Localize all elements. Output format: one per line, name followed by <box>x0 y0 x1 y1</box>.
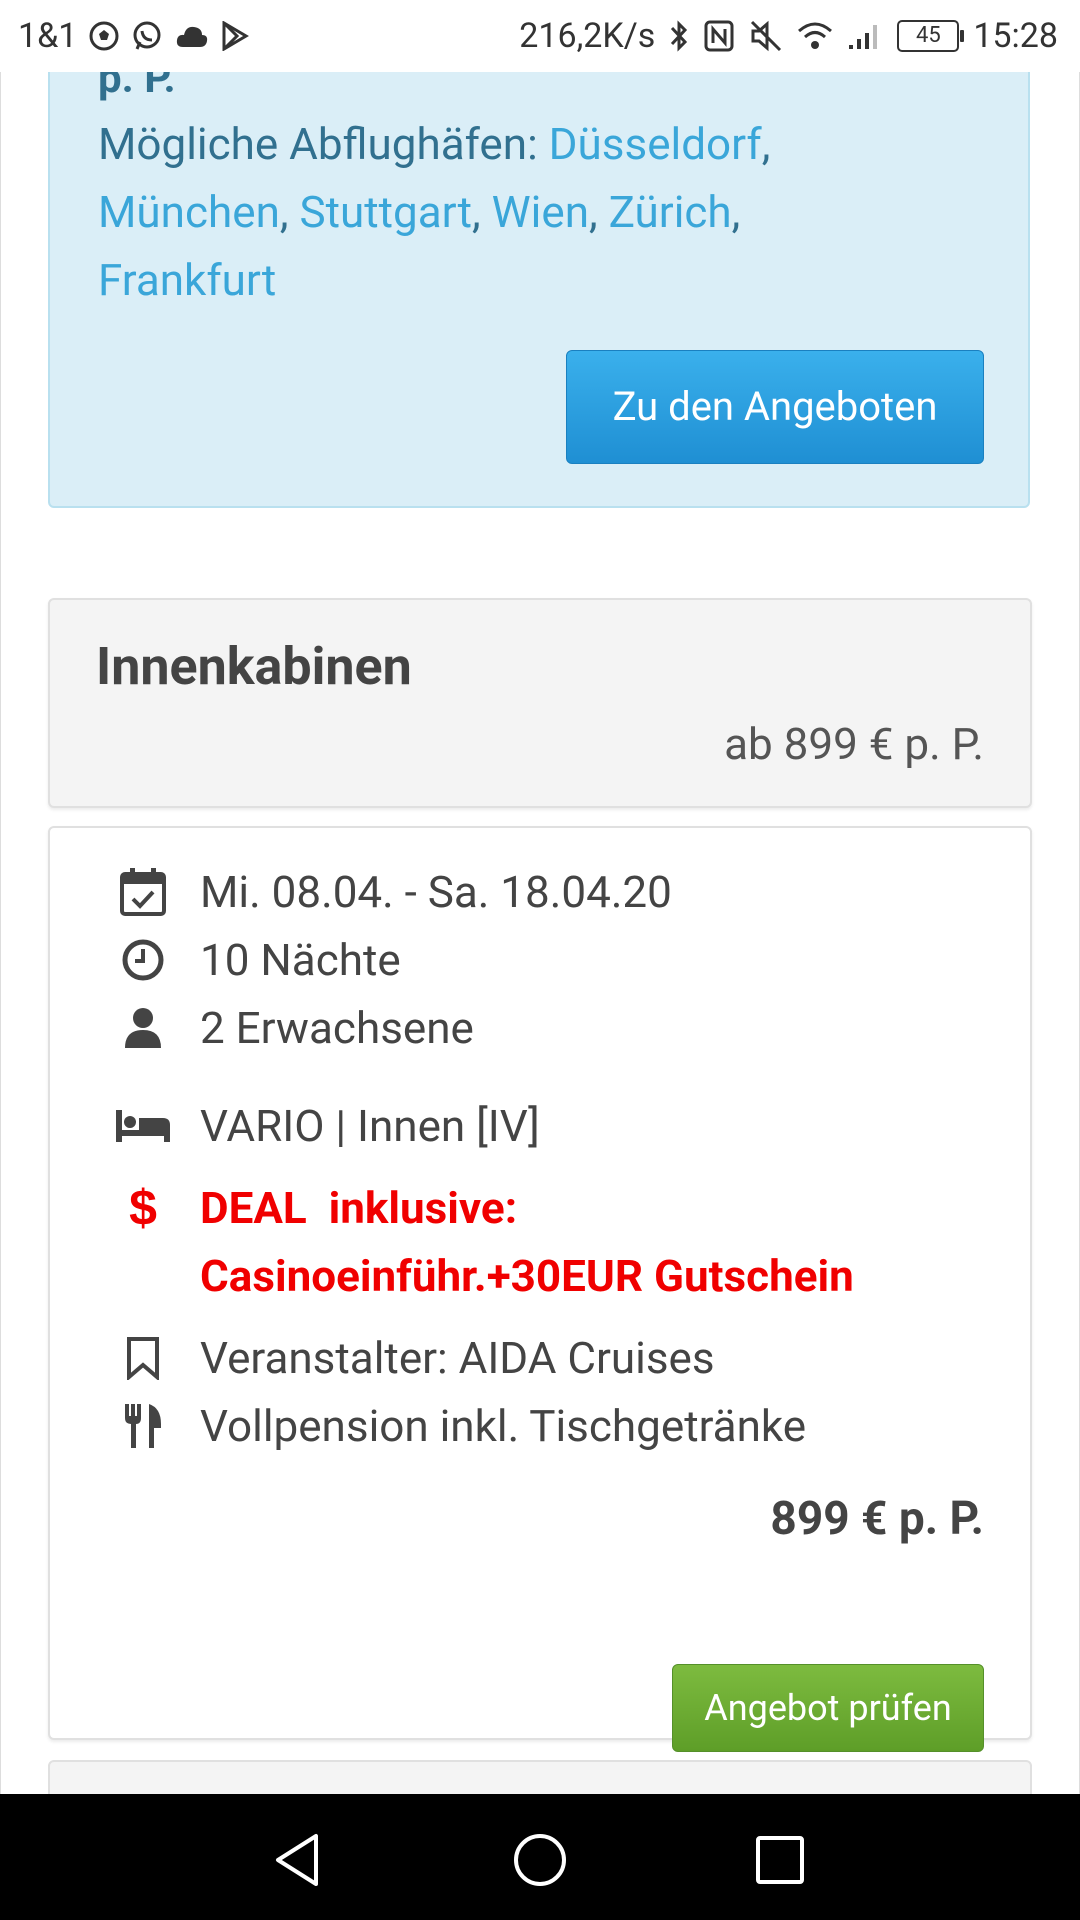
offer-nights-row: 10 Nächte <box>112 930 401 990</box>
offer-deal-row: $ DEAL inklusive: Casinoeinführ.+30EUR G… <box>112 1174 854 1310</box>
airport-link-wien[interactable]: Wien <box>492 186 589 238</box>
airport-link-duesseldorf[interactable]: Düsseldorf <box>549 118 762 170</box>
page-content[interactable]: p. P. Mögliche Abflughäfen: Düsseldorf, … <box>0 72 1080 1794</box>
offer-operator-row: Veranstalter: AIDA Cruises <box>112 1328 715 1388</box>
offer-deal-line2: Casinoeinführ.+30EUR Gutschein <box>200 1250 854 1302</box>
offer-nights: 10 Nächte <box>200 934 401 986</box>
offer-board: Vollpension inkl. Tischgetränke <box>200 1400 807 1452</box>
carrier-label: 1&1 <box>18 16 78 56</box>
airport-link-stuttgart[interactable]: Stuttgart <box>299 186 472 238</box>
wifi-icon <box>798 22 833 49</box>
offer-price: 899 € p. P. <box>770 1492 984 1546</box>
offer-deal-text: DEAL inklusive: Casinoeinführ.+30EUR Gut… <box>200 1174 854 1310</box>
page-border-left <box>0 72 1 1794</box>
airport-link-frankfurt[interactable]: Frankfurt <box>98 254 276 306</box>
whatsapp-icon <box>133 21 161 50</box>
to-offers-button[interactable]: Zu den Angeboten <box>566 350 984 464</box>
cabin-category-header[interactable]: Innenkabinen ab 899 € p. P. <box>48 598 1032 808</box>
cabin-from-price: ab 899 € p. P. <box>724 718 984 770</box>
recent-apps-icon[interactable] <box>750 1830 810 1890</box>
bookmark-icon <box>112 1328 174 1388</box>
departure-info-box: p. P. Mögliche Abflughäfen: Düsseldorf, … <box>48 72 1030 508</box>
offer-card: Mi. 08.04. - Sa. 18.04.20 10 Nächte 2 Er… <box>48 826 1032 1752</box>
status-bar-right: 216,2K/s 45 15:28 <box>519 0 1058 72</box>
clock-time: 15:28 <box>973 16 1058 56</box>
offer-room: VARIO | Innen [IV] <box>200 1100 540 1152</box>
mute-icon <box>751 20 782 52</box>
play-store-icon <box>222 21 250 51</box>
offer-deal-line1: DEAL inklusive: <box>200 1182 518 1234</box>
calendar-check-icon <box>112 862 174 922</box>
cutlery-icon <box>112 1396 174 1456</box>
offer-operator: Veranstalter: AIDA Cruises <box>200 1332 715 1384</box>
back-icon[interactable] <box>270 1830 330 1890</box>
bluetooth-icon <box>671 20 688 52</box>
signal-icon <box>849 25 878 49</box>
offer-travellers-row: 2 Erwachsene <box>112 998 474 1058</box>
check-offer-button[interactable]: Angebot prüfen <box>672 1664 984 1752</box>
home-icon[interactable] <box>510 1830 570 1890</box>
user-icon <box>112 998 174 1058</box>
next-offer-card <box>48 1760 1032 1794</box>
price-suffix: p. P. <box>98 72 176 103</box>
bed-icon <box>112 1096 174 1156</box>
airport-link-muenchen[interactable]: München <box>98 186 280 238</box>
network-speed: 216,2K/s <box>519 16 656 56</box>
airport-link-zuerich[interactable]: Zürich <box>609 186 732 238</box>
offer-room-row: VARIO | Innen [IV] <box>112 1096 540 1156</box>
status-bar-left: 1&1 <box>18 0 250 72</box>
cloud-icon <box>177 26 208 47</box>
offer-date-row: Mi. 08.04. - Sa. 18.04.20 <box>112 862 672 922</box>
nfc-icon <box>704 20 734 52</box>
offer-date-range: Mi. 08.04. - Sa. 18.04.20 <box>200 866 672 918</box>
clock-icon <box>112 930 174 990</box>
navigation-bar <box>0 1794 1080 1920</box>
airports-label: Mögliche Abflughäfen: <box>98 118 538 170</box>
battery-icon: 45 <box>897 20 965 52</box>
dollar-icon: $ <box>129 1180 157 1236</box>
airports-text: Mögliche Abflughäfen: Düsseldorf, Münche… <box>98 118 771 306</box>
cabin-title: Innenkabinen <box>96 636 412 697</box>
offer-board-row: Vollpension inkl. Tischgetränke <box>112 1396 806 1456</box>
offer-travellers: 2 Erwachsene <box>200 1002 474 1054</box>
soccer-ball-icon <box>89 21 119 51</box>
status-bar: 1&1 216,2K/s 45 15:28 <box>0 0 1080 72</box>
